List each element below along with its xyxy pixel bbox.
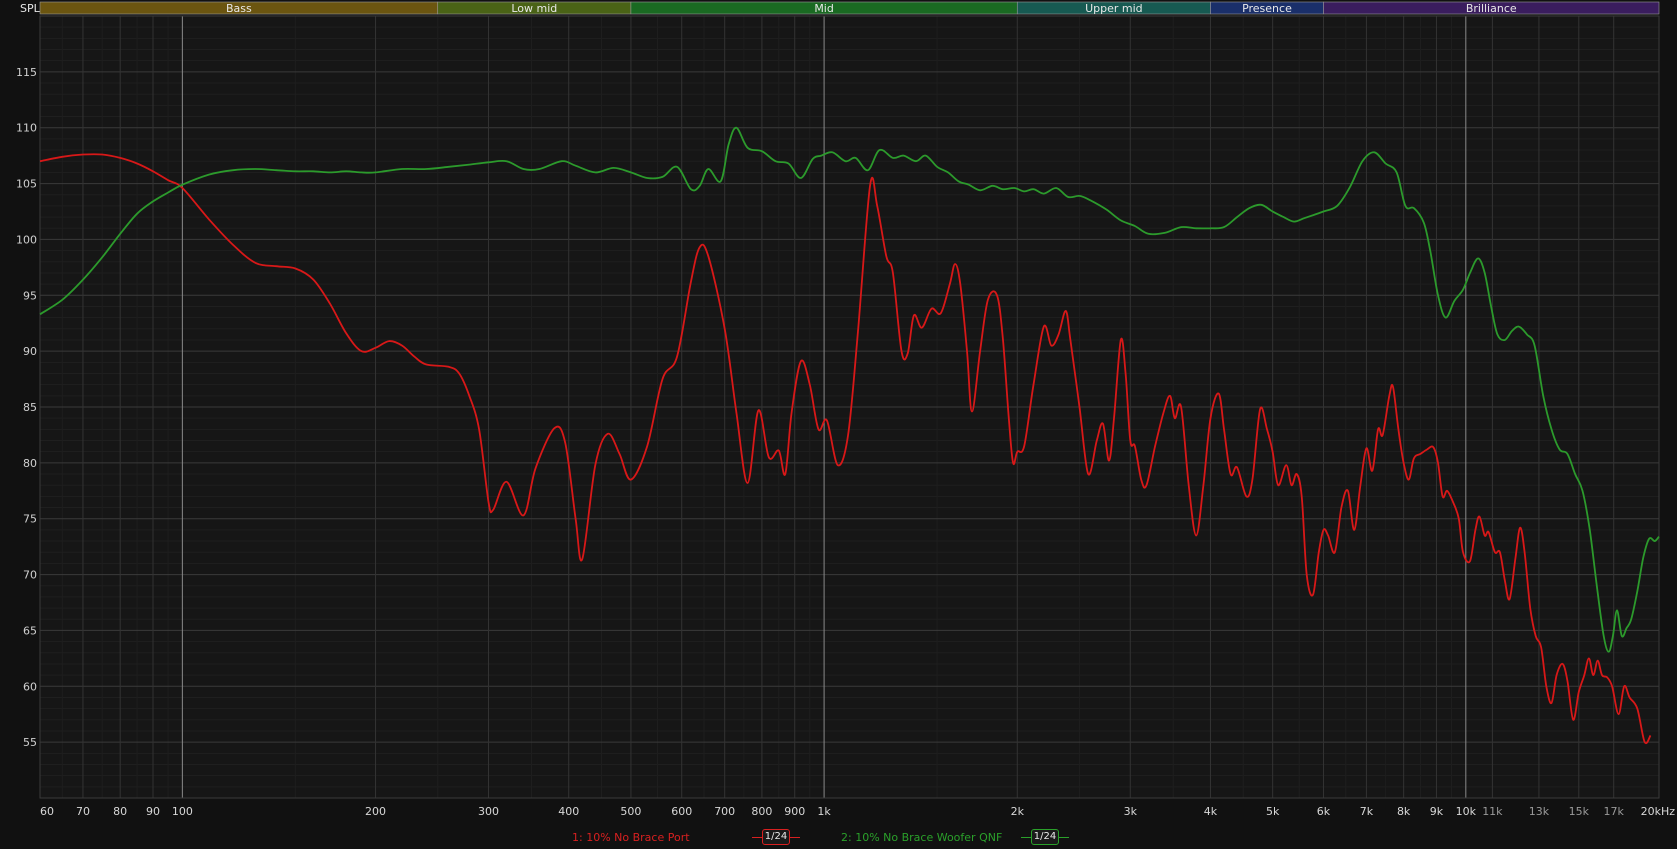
x-tick-label: 20kHz (1641, 805, 1676, 818)
y-tick-label: 80 (23, 457, 37, 470)
x-tick-label: 500 (620, 805, 641, 818)
x-tick-label: 80 (113, 805, 127, 818)
band-label: Brilliance (1466, 2, 1517, 15)
x-tick-label: 200 (365, 805, 386, 818)
smoothing-button-series-1[interactable]: 1/24 (762, 829, 790, 845)
y-tick-label: 75 (23, 513, 37, 526)
x-tick-label: 7k (1360, 805, 1374, 818)
x-tick-label: 10k (1456, 805, 1477, 818)
legend-series-2-line (1021, 837, 1031, 838)
legend-series-1-label[interactable]: 1: 10% No Brace Port (572, 831, 690, 844)
x-tick-label: 5k (1266, 805, 1280, 818)
band-label: Mid (814, 2, 834, 15)
band-label: Bass (226, 2, 252, 15)
y-tick-label: 70 (23, 569, 37, 582)
y-tick-label: 85 (23, 401, 37, 414)
x-tick-label: 9k (1430, 805, 1444, 818)
x-tick-label: 3k (1124, 805, 1138, 818)
y-tick-label: 55 (23, 736, 37, 749)
legend-series-1-line-right (790, 837, 800, 838)
y-tick-label: 110 (16, 122, 37, 135)
y-tick-label: 100 (16, 233, 37, 246)
x-tick-label: 400 (558, 805, 579, 818)
band-label: Presence (1242, 2, 1292, 15)
x-tick-label: 8k (1397, 805, 1411, 818)
x-tick-label: 800 (751, 805, 772, 818)
y-tick-label: 105 (16, 178, 37, 191)
grid (39, 15, 1660, 799)
frequency-band-bar: Bass Low mid Mid Upper mid Presence Brillianc… (39, 1, 1660, 15)
band-label: Low mid (511, 2, 557, 15)
x-tick-label: 1k (817, 805, 831, 818)
legend-series-1-line (752, 837, 762, 838)
x-tick-label: 4k (1204, 805, 1218, 818)
x-tick-label: 700 (714, 805, 735, 818)
frequency-response-chart: Bass Low mid Mid Upper mid Presence Brillianc… (16, 1, 1676, 818)
x-tick-label: 13k (1529, 805, 1550, 818)
x-tick-label: 60 (40, 805, 54, 818)
x-tick-label: 90 (146, 805, 160, 818)
x-tick-label: 6k (1317, 805, 1331, 818)
y-axis-label: SPL (20, 2, 41, 15)
x-tick-label: 2k (1011, 805, 1025, 818)
y-tick-label: 90 (23, 345, 37, 358)
x-tick-label: 600 (671, 805, 692, 818)
legend-series-2-label[interactable]: 2: 10% No Brace Woofer QNF (841, 831, 1002, 844)
x-tick-label: 300 (478, 805, 499, 818)
y-tick-label: 65 (23, 624, 37, 637)
band-label: Upper mid (1085, 2, 1143, 15)
y-tick-label: 95 (23, 289, 37, 302)
legend-series-2-line-right (1059, 837, 1069, 838)
y-tick-label: 115 (16, 66, 37, 79)
smoothing-button-series-2[interactable]: 1/24 (1031, 829, 1059, 845)
x-tick-label: 15k (1569, 805, 1590, 818)
x-tick-label: 70 (76, 805, 90, 818)
y-tick-label: 60 (23, 680, 37, 693)
x-tick-label: 17k (1604, 805, 1625, 818)
legend: 1: 10% No Brace Port 1/24 2: 10% No Brac… (0, 827, 1677, 849)
x-tick-label: 100 (172, 805, 193, 818)
x-tick-label: 11k (1482, 805, 1503, 818)
x-tick-label: 900 (784, 805, 805, 818)
